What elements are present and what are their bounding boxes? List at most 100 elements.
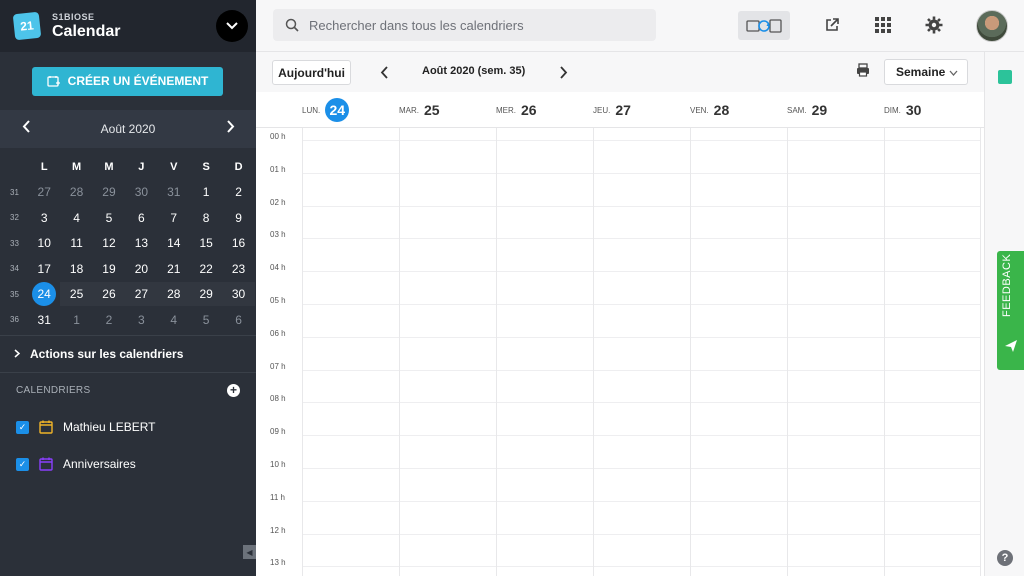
- mini-day[interactable]: 31: [28, 308, 60, 332]
- mini-day[interactable]: 7: [158, 206, 190, 230]
- hour-row: 00 h: [256, 128, 984, 161]
- mini-day[interactable]: 21: [158, 257, 190, 281]
- mini-prev-month-button[interactable]: [18, 120, 34, 138]
- mini-day[interactable]: 26: [92, 282, 126, 307]
- mini-day[interactable]: 4: [158, 308, 190, 332]
- mini-day[interactable]: 5: [93, 206, 125, 230]
- user-avatar[interactable]: [976, 10, 1008, 42]
- mini-day[interactable]: 15: [190, 231, 222, 255]
- add-calendar-button[interactable]: +: [227, 384, 240, 397]
- mini-day-headers: L M M J V S D: [0, 154, 256, 180]
- next-week-button[interactable]: [554, 62, 574, 82]
- day-header[interactable]: MER. 26: [496, 92, 593, 128]
- calendar-checkbox[interactable]: ✓: [16, 457, 29, 471]
- day-header[interactable]: SAM. 29: [787, 92, 884, 128]
- mini-day[interactable]: 13: [125, 231, 157, 255]
- day-header[interactable]: JEU. 27: [593, 92, 690, 128]
- mini-day[interactable]: 3: [28, 206, 60, 230]
- mini-day-number: 2: [235, 185, 242, 200]
- mini-day[interactable]: 28: [60, 180, 92, 204]
- mini-day-number: 21: [167, 261, 181, 276]
- mini-day[interactable]: 6: [125, 206, 157, 230]
- mini-day-header: M: [104, 160, 114, 173]
- calendar-checkbox[interactable]: ✓: [16, 420, 29, 434]
- calendar-item-anniversaires[interactable]: ✓ Anniversaires: [0, 446, 256, 483]
- mini-day[interactable]: 24: [28, 282, 60, 307]
- chevron-left-icon: [380, 65, 388, 79]
- calendar-actions-toggle[interactable]: Actions sur les calendriers: [0, 336, 256, 372]
- mini-day[interactable]: 9: [222, 206, 254, 230]
- mini-day[interactable]: 27: [125, 282, 158, 307]
- mini-day[interactable]: 3: [125, 308, 157, 332]
- print-button[interactable]: [856, 63, 874, 81]
- day-header[interactable]: VEN. 28: [690, 92, 787, 128]
- day-header[interactable]: LUN. 24: [302, 92, 399, 128]
- mini-day[interactable]: 27: [28, 180, 60, 204]
- mini-day[interactable]: 16: [222, 231, 254, 255]
- help-button[interactable]: ?: [997, 550, 1013, 566]
- mini-day[interactable]: 14: [158, 231, 190, 255]
- create-event-button[interactable]: CRÉER UN ÉVÉNEMENT: [32, 66, 223, 96]
- mini-day[interactable]: 31: [158, 180, 190, 204]
- mini-day[interactable]: 6: [222, 308, 254, 332]
- day-column-divider: [884, 128, 885, 576]
- previous-week-button[interactable]: [374, 62, 394, 82]
- app-switcher-button[interactable]: [216, 10, 248, 42]
- mini-day-number: 24: [32, 282, 57, 307]
- today-button[interactable]: Aujourd'hui: [272, 60, 351, 85]
- settings-button[interactable]: [922, 13, 946, 37]
- mini-day[interactable]: 2: [222, 180, 254, 204]
- mini-day[interactable]: 11: [60, 231, 92, 255]
- mini-day[interactable]: 29: [189, 282, 223, 307]
- search-input[interactable]: [309, 17, 639, 33]
- search-box[interactable]: [273, 9, 656, 41]
- feedback-tab[interactable]: FEEDBACK: [997, 251, 1024, 370]
- mini-day[interactable]: 17: [28, 257, 60, 281]
- sync-devices-button[interactable]: [738, 11, 790, 40]
- hour-line: [302, 140, 980, 141]
- chevron-down-icon: [226, 22, 238, 30]
- mini-day[interactable]: 4: [60, 206, 92, 230]
- mini-day[interactable]: 25: [60, 282, 93, 307]
- mini-day[interactable]: 23: [222, 257, 254, 281]
- mini-day[interactable]: 28: [157, 282, 190, 307]
- mini-day[interactable]: 1: [60, 308, 92, 332]
- mini-day[interactable]: 2: [93, 308, 125, 332]
- view-select[interactable]: Semaine: [884, 59, 968, 85]
- hour-row: 10 h: [256, 456, 984, 489]
- mini-day-header: V: [170, 160, 178, 173]
- day-header[interactable]: MAR. 25: [399, 92, 496, 128]
- mini-day-number: 6: [235, 312, 242, 327]
- week-grid[interactable]: 00 h 01 h 02 h 03 h 04 h 05 h 06 h 07 h 08 h 09 h…: [256, 128, 984, 576]
- calendar-item-mathieu[interactable]: ✓ Mathieu LEBERT: [0, 409, 256, 446]
- mini-day-number: 4: [170, 312, 178, 327]
- mini-day[interactable]: 22: [190, 257, 222, 281]
- mini-day[interactable]: 18: [60, 257, 92, 281]
- mini-day[interactable]: 29: [93, 180, 125, 204]
- day-column-divider: [302, 128, 303, 576]
- day-header[interactable]: DIM. 30: [884, 92, 981, 128]
- mini-day[interactable]: 5: [190, 308, 222, 332]
- mini-day-number: 19: [102, 261, 116, 276]
- mini-day[interactable]: 19: [93, 257, 125, 281]
- collapse-sidebar-button[interactable]: ◀: [243, 545, 256, 559]
- mini-day[interactable]: 12: [93, 231, 125, 255]
- mini-day[interactable]: 30: [222, 282, 255, 307]
- mini-day-number: 27: [37, 185, 51, 200]
- mini-day[interactable]: 30: [125, 180, 157, 204]
- mini-week-row: 31 27 28 29 30 31 1 2: [0, 180, 256, 206]
- mini-day-number: 8: [202, 210, 210, 225]
- mini-day[interactable]: 20: [125, 257, 157, 281]
- mini-day-number: 29: [199, 287, 213, 302]
- tasks-icon[interactable]: [998, 70, 1012, 84]
- mini-day-number: 11: [70, 236, 83, 251]
- apps-grid-button[interactable]: [871, 13, 895, 37]
- apps-grid-icon: [875, 17, 891, 33]
- mini-next-month-button[interactable]: [222, 120, 238, 138]
- hour-label: 10 h: [270, 460, 286, 469]
- open-external-button[interactable]: [820, 13, 844, 37]
- mini-day[interactable]: 8: [190, 206, 222, 230]
- day-name: MER.: [496, 105, 516, 115]
- mini-day[interactable]: 10: [28, 231, 60, 255]
- mini-day[interactable]: 1: [190, 180, 222, 204]
